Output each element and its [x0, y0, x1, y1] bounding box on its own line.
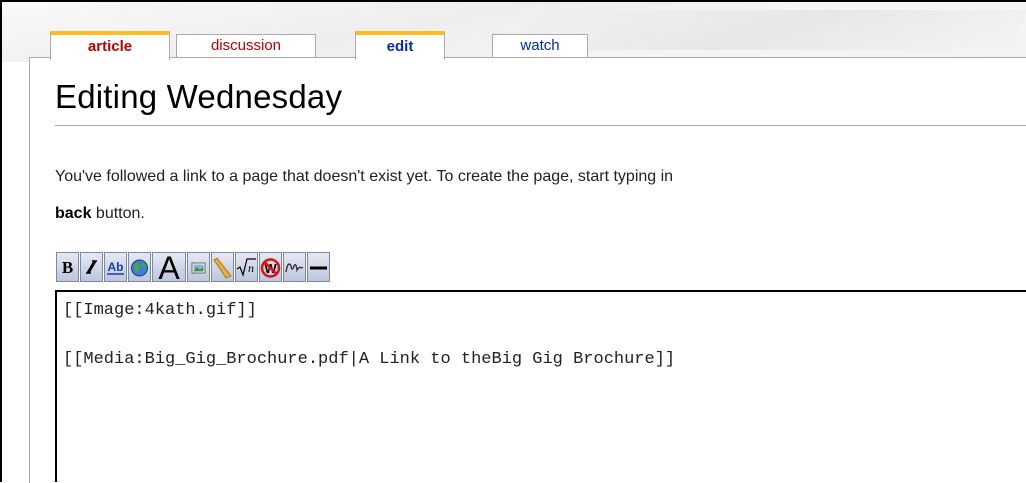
- svg-text:Ab: Ab: [108, 260, 124, 274]
- tab-article[interactable]: article: [50, 31, 170, 60]
- signature-button[interactable]: [283, 252, 306, 282]
- media-file-icon: [213, 257, 232, 279]
- header-swoosh: [512, 10, 1026, 50]
- bold-button[interactable]: B: [56, 252, 79, 282]
- window-border-left: [0, 0, 2, 482]
- nowiki-icon: W: [260, 258, 281, 278]
- window-border-top: [0, 0, 1026, 2]
- nowiki-button[interactable]: W: [259, 252, 282, 282]
- tab-edit[interactable]: edit: [355, 31, 445, 60]
- horizontal-line-button[interactable]: [307, 252, 330, 282]
- back-button-mention: back: [55, 205, 92, 222]
- edit-toolbar: B Ab A n: [56, 252, 536, 284]
- internal-link-button[interactable]: Ab: [104, 252, 127, 282]
- embedded-image-button[interactable]: [187, 252, 210, 282]
- tab-watch[interactable]: watch: [492, 34, 588, 57]
- horizontal-line-icon: [310, 266, 327, 270]
- title-divider: [55, 125, 1026, 126]
- svg-text:A: A: [158, 253, 180, 281]
- bold-icon: B: [62, 258, 73, 277]
- headline-icon: A: [158, 253, 180, 281]
- tab-edit-label: edit: [386, 38, 414, 55]
- italic-icon: [86, 260, 97, 274]
- tab-watch-label: watch: [520, 37, 560, 54]
- media-file-button[interactable]: [211, 252, 234, 282]
- internal-link-icon: Ab: [107, 260, 124, 275]
- italic-button[interactable]: [80, 252, 103, 282]
- math-formula-button[interactable]: n: [235, 252, 258, 282]
- svg-text:n: n: [248, 261, 254, 275]
- external-link-button[interactable]: [128, 252, 151, 282]
- headline-button[interactable]: A: [152, 252, 186, 282]
- signature-icon: [285, 263, 304, 273]
- intro-text: You've followed a link to a page that do…: [55, 168, 674, 185]
- tab-article-label: article: [87, 38, 133, 55]
- embedded-image-icon: [191, 262, 206, 274]
- intro-text-continued: back button.: [55, 205, 145, 223]
- svg-text:B: B: [62, 258, 73, 277]
- editor-line: [[Image:4kath.gif]]: [63, 301, 257, 320]
- intro-text-tail: button.: [91, 205, 145, 222]
- tab-discussion-label: discussion: [210, 37, 282, 54]
- page-title: Editing Wednesday: [55, 78, 343, 115]
- wikitext-editor[interactable]: [[Image:4kath.gif]] [[Media:Big_Gig_Broc…: [55, 290, 1026, 482]
- tab-discussion[interactable]: discussion: [176, 34, 316, 57]
- math-formula-icon: n: [236, 258, 256, 278]
- editor-line: [[Media:Big_Gig_Brochure.pdf|A Link to t…: [63, 350, 676, 369]
- external-link-icon: [131, 259, 148, 277]
